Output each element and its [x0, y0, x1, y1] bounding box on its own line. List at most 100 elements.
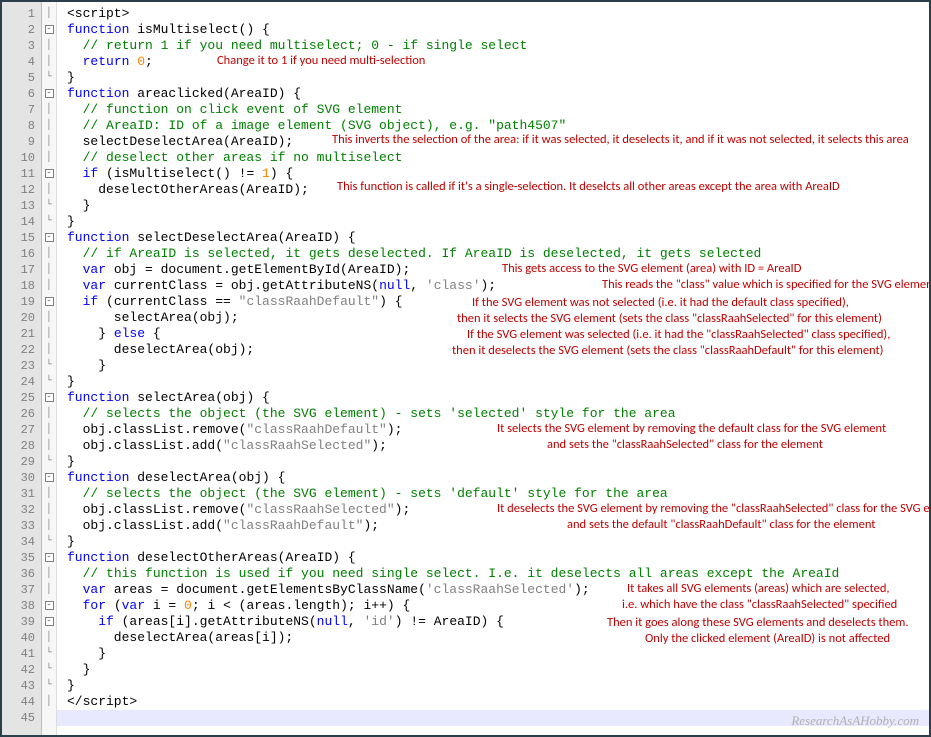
fold-toggle-icon[interactable]: - [45, 617, 54, 626]
line-number[interactable]: 40 [2, 630, 35, 646]
line-number[interactable]: 27 [2, 422, 35, 438]
line-number[interactable]: 22 [2, 342, 35, 358]
code-line[interactable]: } [67, 454, 929, 470]
line-number[interactable]: 1 [2, 6, 35, 22]
line-number[interactable]: 13 [2, 198, 35, 214]
code-line[interactable]: obj.classList.remove("classRaahSelected"… [67, 502, 929, 518]
fold-toggle-icon[interactable]: - [45, 297, 54, 306]
line-number[interactable]: 7 [2, 102, 35, 118]
fold-toggle-icon[interactable]: - [45, 553, 54, 562]
line-number[interactable]: 23 [2, 358, 35, 374]
line-number[interactable]: 37 [2, 582, 35, 598]
line-number[interactable]: 11 [2, 166, 35, 182]
code-line[interactable]: var obj = document.getElementById(AreaID… [67, 262, 929, 278]
fold-toggle-icon[interactable]: - [45, 601, 54, 610]
code-line[interactable]: deselectOtherAreas(AreaID); [67, 182, 929, 198]
code-line[interactable]: // function on click event of SVG elemen… [67, 102, 929, 118]
line-number[interactable]: 43 [2, 678, 35, 694]
code-line[interactable]: // this function is used if you need sin… [67, 566, 929, 582]
code-line[interactable]: var areas = document.getElementsByClassN… [67, 582, 929, 598]
line-number[interactable]: 2 [2, 22, 35, 38]
code-line[interactable]: </script> [67, 694, 929, 710]
code-line[interactable]: deselectArea(obj); [67, 342, 929, 358]
line-number[interactable]: 19 [2, 294, 35, 310]
line-number[interactable]: 34 [2, 534, 35, 550]
line-number[interactable]: 32 [2, 502, 35, 518]
code-line[interactable]: } [67, 374, 929, 390]
code-line[interactable]: selectDeselectArea(AreaID); [67, 134, 929, 150]
code-line[interactable]: function selectDeselectArea(AreaID) { [67, 230, 929, 246]
line-number[interactable]: 5 [2, 70, 35, 86]
code-line[interactable]: <script> [67, 6, 929, 22]
line-number[interactable]: 39 [2, 614, 35, 630]
code-line[interactable]: // AreaID: ID of a image element (SVG ob… [67, 118, 929, 134]
line-number[interactable]: 30 [2, 470, 35, 486]
fold-column[interactable]: │-││└-││││-│└└-│││-│││└└-│││└-│││└-││--│… [42, 2, 57, 735]
code-line[interactable]: // selects the object (the SVG element) … [67, 486, 929, 502]
code-line[interactable]: if (isMultiselect() != 1) { [67, 166, 929, 182]
code-line[interactable]: obj.classList.add("classRaahDefault"); [67, 518, 929, 534]
line-number[interactable]: 24 [2, 374, 35, 390]
line-number[interactable]: 31 [2, 486, 35, 502]
line-number[interactable]: 33 [2, 518, 35, 534]
code-line[interactable]: } [67, 198, 929, 214]
code-area[interactable]: 1234567891011121314151617181920212223242… [2, 2, 929, 735]
code-line[interactable]: function areaclicked(AreaID) { [67, 86, 929, 102]
line-number[interactable]: 15 [2, 230, 35, 246]
code-line[interactable]: if (areas[i].getAttributeNS(null, 'id') … [67, 614, 929, 630]
line-number[interactable]: 20 [2, 310, 35, 326]
code-line[interactable]: obj.classList.remove("classRaahDefault")… [67, 422, 929, 438]
code-line[interactable]: } else { [67, 326, 929, 342]
fold-toggle-icon[interactable]: - [45, 25, 54, 34]
line-number[interactable]: 25 [2, 390, 35, 406]
line-number[interactable]: 4 [2, 54, 35, 70]
code-line[interactable]: } [67, 534, 929, 550]
code-line[interactable]: } [67, 358, 929, 374]
line-number[interactable]: 9 [2, 134, 35, 150]
code-line[interactable]: deselectArea(areas[i]); [67, 630, 929, 646]
line-number[interactable]: 21 [2, 326, 35, 342]
line-number[interactable]: 45 [2, 710, 35, 726]
code-line[interactable]: return 0; [67, 54, 929, 70]
line-number[interactable]: 44 [2, 694, 35, 710]
line-number[interactable]: 41 [2, 646, 35, 662]
code-line[interactable]: function deselectOtherAreas(AreaID) { [67, 550, 929, 566]
line-number[interactable]: 26 [2, 406, 35, 422]
code-line[interactable]: } [67, 678, 929, 694]
line-number[interactable]: 8 [2, 118, 35, 134]
line-number[interactable]: 36 [2, 566, 35, 582]
code-line[interactable]: var currentClass = obj.getAttributeNS(nu… [67, 278, 929, 294]
fold-toggle-icon[interactable]: - [45, 89, 54, 98]
code-line[interactable]: function isMultiselect() { [67, 22, 929, 38]
line-number[interactable]: 3 [2, 38, 35, 54]
code-line[interactable]: for (var i = 0; i < (areas.length); i++)… [67, 598, 929, 614]
fold-toggle-icon[interactable]: - [45, 393, 54, 402]
code-line[interactable]: // selects the object (the SVG element) … [67, 406, 929, 422]
line-number[interactable]: 14 [2, 214, 35, 230]
code-line[interactable]: // deselect other areas if no multiselec… [67, 150, 929, 166]
line-number[interactable]: 16 [2, 246, 35, 262]
code-line[interactable]: } [67, 214, 929, 230]
code-line[interactable]: obj.classList.add("classRaahSelected"); [67, 438, 929, 454]
line-number[interactable]: 12 [2, 182, 35, 198]
line-number[interactable]: 10 [2, 150, 35, 166]
line-number[interactable]: 42 [2, 662, 35, 678]
line-number[interactable]: 18 [2, 278, 35, 294]
line-number[interactable]: 17 [2, 262, 35, 278]
line-number-gutter[interactable]: 1234567891011121314151617181920212223242… [2, 2, 42, 735]
line-number[interactable]: 38 [2, 598, 35, 614]
code-line[interactable]: function deselectArea(obj) { [67, 470, 929, 486]
code-content[interactable]: <script>function isMultiselect() { // re… [57, 2, 929, 735]
fold-toggle-icon[interactable]: - [45, 233, 54, 242]
line-number[interactable]: 29 [2, 454, 35, 470]
code-line[interactable]: // return 1 if you need multiselect; 0 -… [67, 38, 929, 54]
line-number[interactable]: 6 [2, 86, 35, 102]
code-line[interactable]: if (currentClass == "classRaahDefault") … [67, 294, 929, 310]
line-number[interactable]: 35 [2, 550, 35, 566]
code-line[interactable]: function selectArea(obj) { [67, 390, 929, 406]
code-line[interactable]: // if AreaID is selected, it gets desele… [67, 246, 929, 262]
code-line[interactable]: } [67, 70, 929, 86]
code-line[interactable]: } [67, 646, 929, 662]
code-line[interactable]: selectArea(obj); [67, 310, 929, 326]
code-line[interactable]: } [67, 662, 929, 678]
